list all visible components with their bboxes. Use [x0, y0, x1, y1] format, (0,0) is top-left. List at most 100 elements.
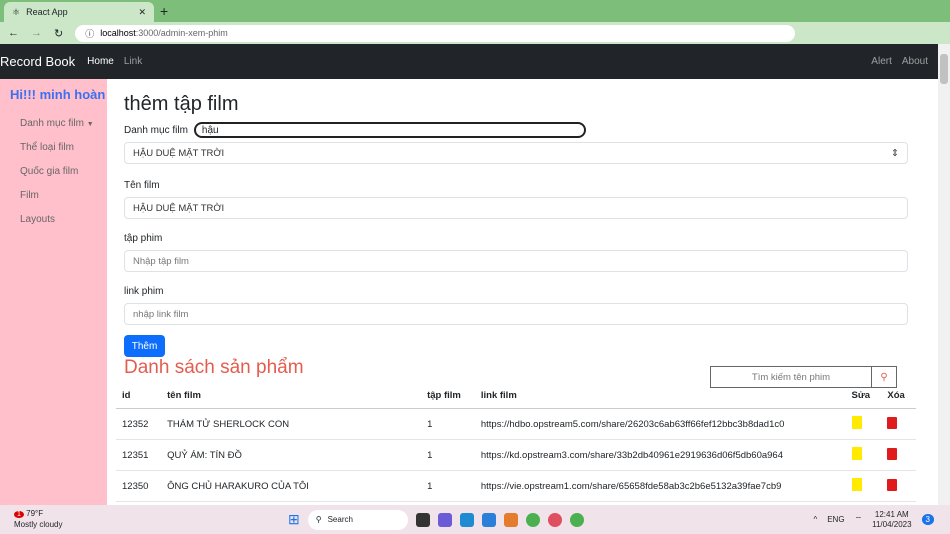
notification-badge[interactable]: 3: [921, 514, 934, 525]
nav-alert[interactable]: Alert: [871, 56, 892, 67]
sidebar-item-film[interactable]: Film: [0, 184, 107, 208]
chrome-icon[interactable]: [525, 512, 540, 527]
cell-edit: [845, 408, 882, 440]
cell-name: QUỶ ÁM: TÍN ĐỒ: [161, 439, 422, 471]
table-row: 12352 THÁM TỬ SHERLOCK CON 1 https://hdbo.o…: [116, 408, 916, 440]
nav-link[interactable]: Link: [124, 56, 142, 67]
search-box: Tìm kiếm tên phim ⚲: [710, 366, 897, 388]
cell-link: https://vie.opstream1.com/share/65658fde…: [474, 470, 846, 502]
taskbar-search[interactable]: ⚲ Search: [307, 509, 408, 530]
cell-delete: [881, 470, 916, 502]
temperature: 79°F: [26, 509, 44, 518]
sidebar-item-label: Danh mục film: [20, 118, 84, 129]
edit-icon[interactable]: [851, 478, 862, 491]
sidebar: Hi!!! minh hoàn Danh mục film ▼ Thể loại…: [0, 79, 107, 505]
sidebar-item-country[interactable]: Quốc gia film: [0, 160, 107, 184]
taskbar-search-label: Search: [327, 515, 353, 524]
tab-title: React App: [26, 7, 68, 17]
sidebar-item-layouts[interactable]: Layouts: [0, 208, 107, 232]
search-input[interactable]: Tìm kiếm tên phim: [710, 366, 872, 388]
nav-about[interactable]: About: [902, 56, 928, 67]
cell-delete: [881, 439, 916, 471]
edit-icon[interactable]: [851, 447, 862, 460]
cell-id: 12352: [116, 408, 162, 440]
cell-link: https://kd.opstream3.com/share/33b2db409…: [474, 439, 846, 471]
url-path: :3000/admin-xem-phim: [135, 28, 228, 38]
forward-icon[interactable]: →: [31, 27, 42, 39]
search-icon: ⚲: [315, 515, 322, 524]
greeting: Hi!!! minh hoàn: [10, 87, 106, 102]
category-select[interactable]: HẬU DUỆ MẶT TRỜI ⇕: [124, 142, 908, 164]
date: 11/04/2023: [872, 519, 912, 529]
add-button[interactable]: Thêm: [124, 335, 165, 357]
col-name: tên film: [161, 383, 422, 409]
category-selected: HẬU DUỆ MẶT TRỜI: [133, 147, 225, 159]
sidebar-item-category[interactable]: Danh mục film ▼: [0, 112, 107, 136]
weather-text: Mostly cloudy: [14, 520, 63, 529]
scrollbar-thumb[interactable]: [940, 54, 948, 84]
cell-delete: [881, 408, 916, 440]
table-row: 12350 ÔNG CHỦ HARAKURO CỦA TÔI 1 https://vi…: [116, 470, 916, 502]
reload-icon[interactable]: ↻: [54, 27, 63, 40]
trash-icon[interactable]: [887, 478, 898, 491]
info-icon: ⓘ: [85, 28, 95, 39]
episode-input[interactable]: Nhập tập film: [124, 250, 908, 272]
chrome-active-icon[interactable]: [569, 512, 584, 527]
cell-id: 12351: [116, 439, 162, 471]
weather-badge: 1: [14, 511, 24, 518]
url-host: localhost: [100, 28, 136, 38]
react-icon: ⚛: [12, 6, 21, 17]
cell-link: https://hdbo.opstream5.com/share/26203c6…: [474, 408, 846, 440]
chrome-profile-icon[interactable]: [547, 512, 562, 527]
trash-icon[interactable]: [887, 416, 898, 429]
back-icon[interactable]: ←: [8, 27, 19, 39]
episode-label: tập phim: [124, 233, 163, 244]
link-input[interactable]: nhập link film: [124, 303, 908, 325]
clock[interactable]: 12:41 AM 11/04/2023: [872, 510, 911, 530]
sidebar-item-genre[interactable]: Thể loại film: [0, 136, 107, 160]
select-arrows-icon: ⇕: [891, 147, 899, 159]
browser-tabbar: ⚛ React App ✕ +: [0, 0, 950, 22]
page-title: thêm tập film: [124, 93, 239, 115]
cell-id: 12350: [116, 470, 162, 502]
vscode-icon[interactable]: [481, 512, 496, 527]
search-button[interactable]: ⚲: [872, 366, 897, 388]
caret-down-icon: ▼: [86, 121, 94, 128]
col-id: id: [116, 383, 162, 409]
col-episode: tập film: [421, 383, 475, 409]
new-tab-button[interactable]: +: [160, 3, 168, 19]
cell-name: ÔNG CHỦ HARAKURO CỦA TÔI: [161, 470, 422, 502]
address-bar-row: ← → ↻ ⓘ localhost:3000/admin-xem-phim: [0, 22, 950, 44]
browser-tab[interactable]: ⚛ React App ✕: [4, 2, 154, 22]
name-input[interactable]: HẬU DUỆ MẶT TRỜI: [124, 197, 908, 219]
wifi-icon[interactable]: ⌔: [855, 515, 863, 525]
scrollbar[interactable]: [938, 44, 950, 505]
cell-edit: [845, 470, 882, 502]
edge-icon[interactable]: [459, 512, 474, 527]
cell-episode: 1: [421, 439, 475, 471]
table-row: 12351 QUỶ ÁM: TÍN ĐỒ 1 https://kd.opstream3…: [116, 439, 916, 471]
cell-episode: 1: [421, 470, 475, 502]
link-label: link phim: [124, 286, 164, 297]
search-icon: ⚲: [880, 371, 888, 383]
brand[interactable]: Record Book: [0, 54, 75, 69]
time: 12:41 AM: [874, 509, 909, 519]
weather-widget[interactable]: 1 79°F Mostly cloudy: [14, 509, 62, 530]
category-filter-input[interactable]: hậu: [193, 122, 586, 138]
taskbar: 1 79°F Mostly cloudy ⊞ ⚲ Search ^ ENG ⌔ 12…: [0, 505, 950, 534]
app-icon[interactable]: [415, 512, 430, 527]
cell-edit: [845, 439, 882, 471]
main-content: thêm tập film Danh mục film hậu HẬU DUỆ …: [116, 79, 916, 533]
windows-start-icon[interactable]: ⊞: [288, 511, 300, 528]
language-indicator[interactable]: ENG: [827, 515, 844, 524]
teams-icon[interactable]: [437, 512, 452, 527]
edit-icon[interactable]: [851, 416, 862, 429]
chevron-up-icon[interactable]: ^: [813, 515, 817, 524]
url-input[interactable]: ⓘ localhost:3000/admin-xem-phim: [75, 24, 796, 42]
cell-episode: 1: [421, 408, 475, 440]
close-tab-icon[interactable]: ✕: [138, 7, 146, 18]
nav-home[interactable]: Home: [87, 56, 114, 67]
trash-icon[interactable]: [887, 447, 898, 460]
xampp-icon[interactable]: [503, 512, 518, 527]
name-label: Tên film: [124, 180, 160, 191]
